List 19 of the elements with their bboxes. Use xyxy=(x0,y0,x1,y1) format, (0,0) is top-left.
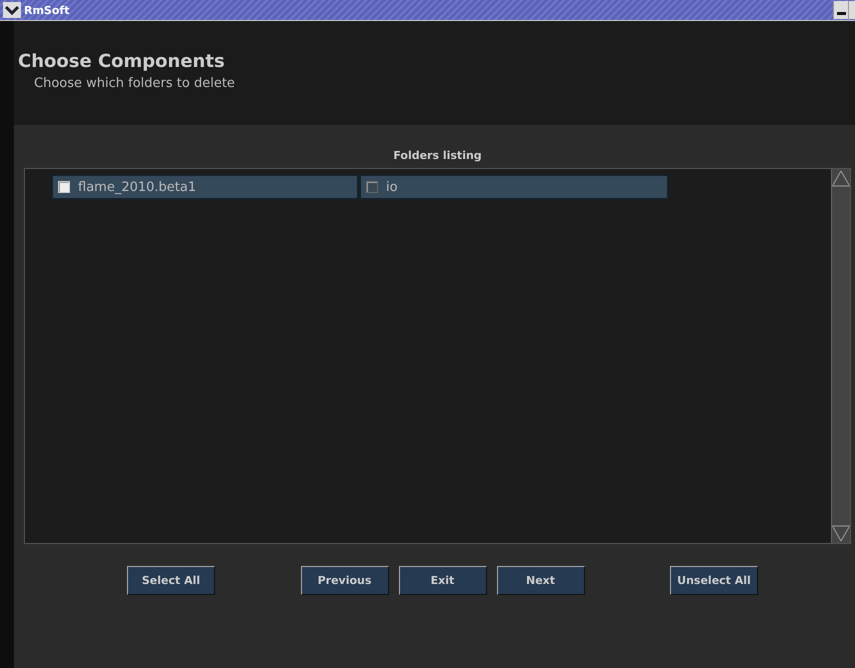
previous-button[interactable]: Previous xyxy=(300,566,388,595)
down-arrow-icon[interactable] xyxy=(832,525,850,543)
up-arrow-icon[interactable] xyxy=(832,169,850,187)
folder-label: io xyxy=(386,180,398,194)
exit-button[interactable]: Exit xyxy=(398,566,486,595)
folder-item[interactable]: flame_2010.beta1 xyxy=(51,174,359,200)
select-all-button[interactable]: Select All xyxy=(127,566,215,595)
scrollbar[interactable] xyxy=(831,169,850,543)
page-subtitle: Choose which folders to delete xyxy=(34,76,236,91)
checkbox[interactable] xyxy=(366,181,378,193)
window-title: RmSoft xyxy=(24,4,70,16)
folder-label: flame_2010.beta1 xyxy=(78,180,196,194)
next-button[interactable]: Next xyxy=(496,566,584,595)
folder-item[interactable]: io xyxy=(359,174,669,200)
minimize-button[interactable] xyxy=(833,1,848,19)
listing-title: Folders listing xyxy=(392,149,483,162)
unselect-all-button[interactable]: Unselect All xyxy=(670,566,758,595)
chevron-icon[interactable] xyxy=(3,2,21,18)
page-title: Choose Components xyxy=(18,51,226,72)
